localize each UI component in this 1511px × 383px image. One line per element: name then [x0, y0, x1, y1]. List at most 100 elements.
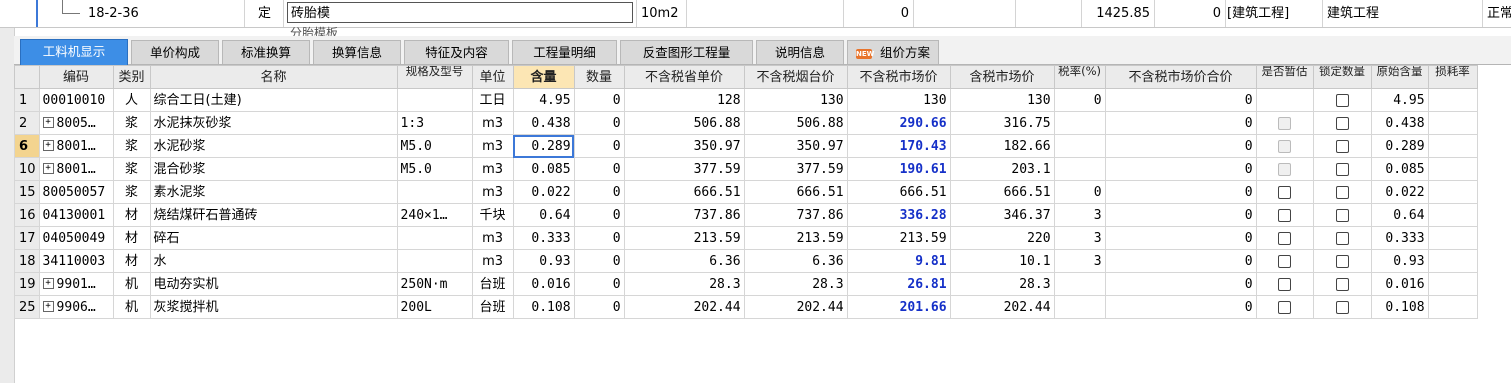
cell-content[interactable]: 0.085: [512, 157, 575, 181]
cell-code[interactable]: +9901…: [38, 272, 114, 296]
col-header-tax-market-price[interactable]: 含税市场价: [949, 65, 1055, 89]
row-number[interactable]: 17: [14, 226, 40, 250]
cell-is-estimate[interactable]: [1255, 272, 1314, 296]
cell-market-total[interactable]: 0: [1104, 203, 1257, 227]
cell-market-price[interactable]: 336.28: [846, 203, 951, 227]
expand-icon[interactable]: +: [42, 162, 54, 174]
cell-prov-price[interactable]: 350.97: [623, 134, 745, 158]
cell-category[interactable]: 材: [112, 226, 151, 250]
cell-loss-rate[interactable]: [1427, 249, 1478, 273]
checkbox[interactable]: [1278, 231, 1292, 245]
cell-content[interactable]: 0.93: [512, 249, 575, 273]
cell-orig-content[interactable]: 0.438: [1370, 111, 1429, 135]
cell-tax-market-price[interactable]: 346.37: [949, 203, 1055, 227]
cell-category[interactable]: 人: [112, 88, 151, 112]
col-header-local-price[interactable]: 不含税烟台价: [743, 65, 848, 89]
row-number[interactable]: 2: [14, 111, 40, 135]
cell-category[interactable]: 机: [112, 272, 151, 296]
quota-name-input[interactable]: 砖胎模: [287, 2, 633, 23]
cell-tax-rate[interactable]: 0: [1053, 88, 1106, 112]
cell-prov-price[interactable]: 377.59: [623, 157, 745, 181]
cell-tax-rate[interactable]: 3: [1053, 226, 1106, 250]
cell-content[interactable]: 0.333: [512, 226, 575, 250]
col-header-content[interactable]: 含量: [512, 65, 575, 89]
cell-loss-rate[interactable]: [1427, 111, 1478, 135]
table-row[interactable]: 15 80050057 浆素水泥浆 m3 0.022 0 666.51 666.51 666.5…: [14, 180, 1478, 204]
cell-local-price[interactable]: 377.59: [743, 157, 848, 181]
cell-lock-qty[interactable]: [1312, 272, 1372, 296]
cell-market-price[interactable]: 130: [846, 88, 951, 112]
cell-spec[interactable]: M5.0: [396, 134, 473, 158]
cell-orig-content[interactable]: 0.085: [1370, 157, 1429, 181]
cell-content[interactable]: 4.95: [512, 88, 575, 112]
checkbox[interactable]: [1335, 162, 1349, 176]
row-number[interactable]: 10: [14, 157, 40, 181]
cell-tax-rate[interactable]: [1053, 157, 1106, 181]
col-header-tax-rate[interactable]: 税率(%): [1053, 65, 1106, 89]
cell-market-total[interactable]: 0: [1104, 157, 1257, 181]
col-header-is-estimate[interactable]: 是否暂估: [1255, 65, 1314, 89]
cell-prov-price[interactable]: 213.59: [623, 226, 745, 250]
cell-prov-price[interactable]: 202.44: [623, 295, 745, 319]
cell-name[interactable]: 烧结煤矸石普通砖: [149, 203, 398, 227]
cell-market-price[interactable]: 213.59: [846, 226, 951, 250]
cell-unit[interactable]: m3: [471, 249, 514, 273]
checkbox[interactable]: [1278, 277, 1292, 291]
row-number[interactable]: 18: [14, 249, 40, 273]
checkbox[interactable]: [1335, 185, 1349, 199]
cell-spec[interactable]: [396, 226, 473, 250]
cell-market-total[interactable]: 0: [1104, 226, 1257, 250]
table-row[interactable]: 17 04050049 材碎石 m3 0.333 0 213.59 213.59 213.59 2…: [14, 226, 1478, 250]
cell-local-price[interactable]: 28.3: [743, 272, 848, 296]
table-row[interactable]: 25 +9906… 机灰浆搅拌机 200L 台班 0.108 0 202.44 202.44 20…: [14, 295, 1478, 319]
cell-spec[interactable]: [396, 249, 473, 273]
col-header-lock-qty[interactable]: 锁定数量: [1312, 65, 1372, 89]
cell-local-price[interactable]: 130: [743, 88, 848, 112]
cell-tax-market-price[interactable]: 28.3: [949, 272, 1055, 296]
cell-is-estimate[interactable]: [1255, 180, 1314, 204]
cell-market-price[interactable]: 201.66: [846, 295, 951, 319]
expand-icon[interactable]: +: [42, 116, 54, 128]
cell-spec[interactable]: 240×1…: [396, 203, 473, 227]
cell-tax-rate[interactable]: [1053, 295, 1106, 319]
tab-conversion-info[interactable]: 换算信息: [313, 40, 401, 64]
quota-row[interactable]: 18-2-36 定 砖胎模 10m2 0 1425.85 0 [建筑工程] 建筑…: [0, 0, 1511, 28]
cell-tax-market-price[interactable]: 316.75: [949, 111, 1055, 135]
cell-qty[interactable]: 0: [573, 272, 625, 296]
checkbox[interactable]: [1335, 277, 1349, 291]
cell-unit[interactable]: m3: [471, 180, 514, 204]
cell-loss-rate[interactable]: [1427, 134, 1478, 158]
cell-loss-rate[interactable]: [1427, 157, 1478, 181]
cell-content[interactable]: 0.016: [512, 272, 575, 296]
cell-category[interactable]: 浆: [112, 180, 151, 204]
cell-market-price[interactable]: 666.51: [846, 180, 951, 204]
cell-name[interactable]: 水: [149, 249, 398, 273]
cell-tax-market-price[interactable]: 202.44: [949, 295, 1055, 319]
cell-category[interactable]: 浆: [112, 111, 151, 135]
cell-lock-qty[interactable]: [1312, 249, 1372, 273]
checkbox[interactable]: [1278, 254, 1292, 268]
cell-name[interactable]: 水泥砂浆: [149, 134, 398, 158]
cell-local-price[interactable]: 506.88: [743, 111, 848, 135]
cell-content[interactable]: 0.108: [512, 295, 575, 319]
tab-reverse-graphic-quantity[interactable]: 反查图形工程量: [620, 40, 753, 64]
cell-tax-market-price[interactable]: 203.1: [949, 157, 1055, 181]
cell-unit[interactable]: m3: [471, 157, 514, 181]
cell-lock-qty[interactable]: [1312, 180, 1372, 204]
cell-market-price[interactable]: 170.43: [846, 134, 951, 158]
cell-is-estimate[interactable]: [1255, 134, 1314, 158]
tab-pricing-scheme[interactable]: NEW 组价方案: [847, 40, 939, 64]
cell-market-total[interactable]: 0: [1104, 134, 1257, 158]
table-row[interactable]: 19 +9901… 机电动夯实机 250N·m 台班 0.016 0 28.3 28.3 26.8…: [14, 272, 1478, 296]
cell-market-price[interactable]: 290.66: [846, 111, 951, 135]
cell-tax-market-price[interactable]: 666.51: [949, 180, 1055, 204]
cell-spec[interactable]: 250N·m: [396, 272, 473, 296]
cell-spec[interactable]: 1:3: [396, 111, 473, 135]
cell-orig-content[interactable]: 0.022: [1370, 180, 1429, 204]
cell-code[interactable]: 34110003: [38, 249, 114, 273]
cell-is-estimate[interactable]: [1255, 226, 1314, 250]
row-number[interactable]: 19: [14, 272, 40, 296]
cell-local-price[interactable]: 666.51: [743, 180, 848, 204]
col-header-code[interactable]: 编码: [38, 65, 114, 89]
cell-tax-rate[interactable]: 3: [1053, 249, 1106, 273]
